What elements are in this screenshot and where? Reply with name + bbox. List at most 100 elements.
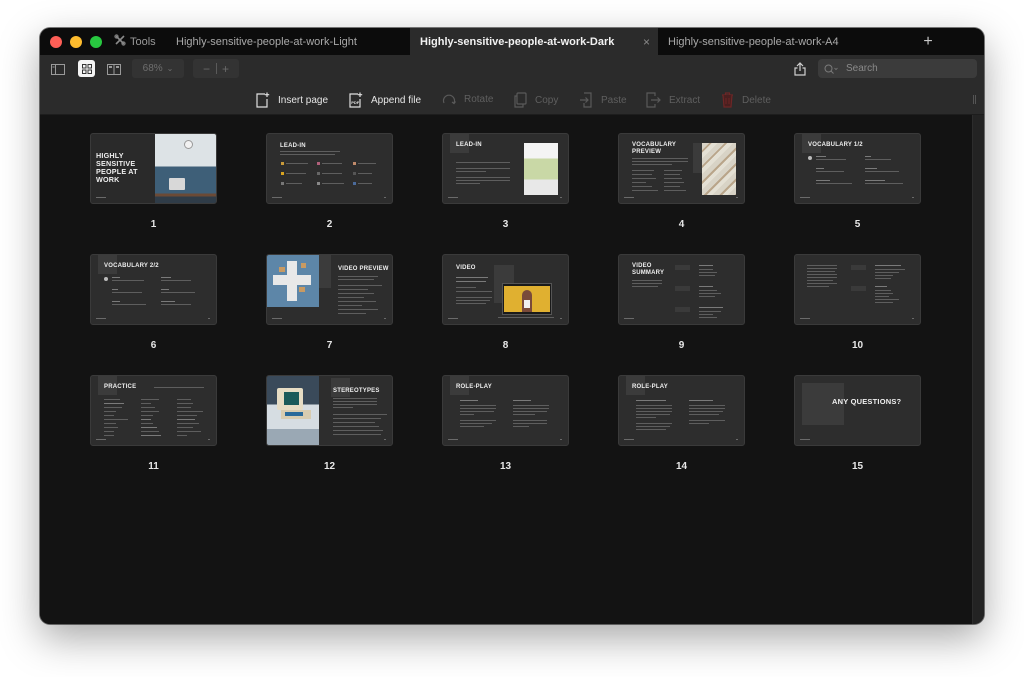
slide-title: LEAD-IN	[456, 142, 482, 148]
vertical-scrollbar[interactable]	[972, 115, 984, 624]
tab-dark[interactable]: Highly-sensitive-people-at-work-Dark ×	[410, 28, 658, 55]
page-cell[interactable]: VIDEO 8	[442, 254, 569, 352]
tools-icon	[114, 34, 126, 49]
page-thumbnail[interactable]: VIDEO SUMMARY	[618, 254, 745, 325]
page-number: 11	[148, 461, 159, 472]
slide-title: VIDEO SUMMARY	[632, 263, 665, 276]
share-button[interactable]	[793, 60, 807, 78]
slide-photo-computer	[267, 376, 319, 445]
slide-text	[338, 279, 374, 280]
page-thumbnail[interactable]: VOCABULARY 2/2	[90, 254, 217, 325]
two-page-view-button[interactable]	[106, 60, 122, 78]
rotate-button[interactable]: Rotate	[442, 92, 493, 106]
slide-title: PRACTICE	[104, 384, 137, 390]
page-cell[interactable]: VOCABULARY 1/2 5	[794, 133, 921, 231]
svg-text:PDF: PDF	[351, 100, 360, 105]
zoom-out-button[interactable]: −	[198, 62, 216, 76]
slide-footer	[800, 439, 810, 440]
slide-text	[632, 280, 662, 281]
append-file-label: Append file	[371, 94, 422, 106]
page-thumbnail[interactable]: ANY QUESTIONS?	[794, 375, 921, 446]
answer-box[interactable]	[851, 286, 866, 291]
video-caption	[498, 317, 554, 318]
page-cell[interactable]: PRACTICE 11	[90, 375, 217, 473]
append-file-button[interactable]: PDF Append file	[349, 92, 421, 108]
zoom-in-button[interactable]: +	[217, 62, 235, 76]
paste-button[interactable]: Paste	[579, 92, 627, 108]
slide-title: LEAD-IN	[280, 143, 306, 149]
answer-box[interactable]	[675, 265, 690, 270]
close-tab-icon[interactable]: ×	[643, 35, 650, 49]
page-cell[interactable]: VIDEO SUMMARY 9	[618, 254, 745, 352]
insert-page-label: Insert page	[278, 94, 329, 106]
slide-footer	[624, 439, 634, 440]
extract-button[interactable]: Extract	[646, 92, 700, 108]
window-controls	[50, 35, 110, 48]
minimize-window-button[interactable]	[70, 35, 82, 48]
search-input[interactable]: Search	[818, 59, 977, 78]
page-cell[interactable]: VOCABULARY PREVIEW 4	[618, 133, 745, 231]
slide-footer	[624, 318, 634, 319]
slide-text	[632, 283, 662, 284]
search-icon	[824, 64, 838, 74]
slide-title: VOCABULARY 1/2	[808, 142, 863, 148]
page-cell[interactable]: HIGHLY SENSITIVE PEOPLE AT WORK 1	[90, 133, 217, 231]
delete-button[interactable]: Delete	[721, 92, 771, 108]
tab-bar: Tools Highly-sensitive-people-at-work-Li…	[40, 28, 984, 55]
page-number: 6	[150, 340, 157, 351]
tab-label: Highly-sensitive-people-at-work-A4	[668, 35, 839, 48]
page-cell[interactable]: ROLE-PLAY	[442, 375, 569, 473]
page-cell[interactable]: ROLE-PLAY	[618, 375, 745, 473]
answer-box[interactable]	[851, 265, 866, 270]
slide-footer	[272, 318, 282, 319]
copy-button[interactable]: Copy	[514, 92, 558, 108]
page-number: 14	[675, 461, 688, 472]
page-thumbnail[interactable]: ROLE-PLAY	[442, 375, 569, 446]
pdf-file-icon: PDF	[349, 92, 363, 108]
page-thumbnail[interactable]: PRACTICE	[90, 375, 217, 446]
answer-box[interactable]	[675, 307, 690, 312]
slide-text	[280, 154, 335, 155]
zoom-level-dropdown[interactable]: 68% ⌄	[132, 59, 184, 78]
page-cell[interactable]: VIDEO PREVIEW 7	[266, 254, 393, 352]
page-thumbnail[interactable]: ROLE-PLAY	[618, 375, 745, 446]
new-tab-button[interactable]: +	[908, 33, 948, 51]
page-thumbnail[interactable]: VOCABULARY 1/2	[794, 133, 921, 204]
page-thumbnail[interactable]: STEREOTYPES	[266, 375, 393, 446]
slide-page-num	[736, 439, 738, 440]
page-cell[interactable]: 10	[794, 254, 921, 352]
page-thumbnail[interactable]: LEAD-IN	[442, 133, 569, 204]
page-thumbnail-grid: HIGHLY SENSITIVE PEOPLE AT WORK 1 LEAD-I…	[90, 133, 921, 473]
fullscreen-window-button[interactable]	[90, 35, 102, 48]
video-player[interactable]	[502, 283, 552, 315]
copy-label: Copy	[535, 94, 559, 106]
page-number: 10	[851, 340, 864, 351]
insert-page-button[interactable]: Insert page	[256, 92, 328, 108]
page-thumbnail[interactable]: VOCABULARY PREVIEW	[618, 133, 745, 204]
page-cell[interactable]: ANY QUESTIONS? 15	[794, 375, 921, 473]
page-cell[interactable]: LEAD-IN 2	[266, 133, 393, 231]
page-cell[interactable]: STEREOTYPES 12	[266, 375, 393, 473]
slide-text	[632, 164, 672, 165]
tools-button[interactable]: Tools	[114, 34, 170, 49]
page-cell[interactable]: VOCABULARY 2/2 6	[90, 254, 217, 352]
grid-view-button[interactable]	[78, 60, 95, 77]
page-thumbnail[interactable]: LEAD-IN	[266, 133, 393, 204]
toolbar-overflow-handle[interactable]	[973, 95, 976, 104]
tab-light[interactable]: Highly-sensitive-people-at-work-Light	[170, 28, 410, 55]
close-window-button[interactable]	[50, 35, 62, 48]
page-thumbnail[interactable]: VIDEO	[442, 254, 569, 325]
page-thumbnail[interactable]: VIDEO PREVIEW	[266, 254, 393, 325]
answer-box[interactable]	[675, 286, 690, 291]
slide-footer	[96, 439, 106, 440]
page-thumbnail[interactable]	[794, 254, 921, 325]
slide-page-num	[384, 318, 386, 319]
slide-page-num	[560, 197, 562, 198]
slide-footer	[96, 197, 106, 198]
tab-a4[interactable]: Highly-sensitive-people-at-work-A4	[658, 28, 908, 55]
sidebar-view-button[interactable]	[50, 60, 66, 78]
toolbar: 68% ⌄ − + Search	[40, 55, 984, 83]
page-cell[interactable]: LEAD-IN 3	[442, 133, 569, 231]
page-thumbnail[interactable]: HIGHLY SENSITIVE PEOPLE AT WORK	[90, 133, 217, 204]
rotate-icon	[442, 94, 456, 105]
